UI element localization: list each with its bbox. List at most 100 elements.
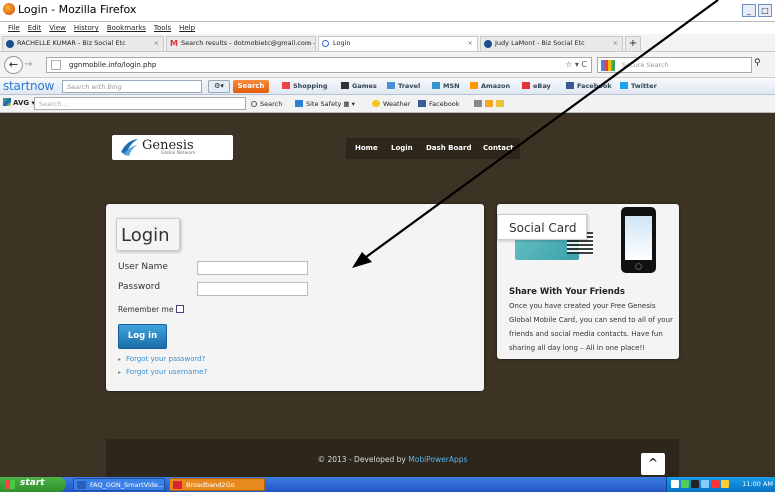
weather-icon [372, 100, 380, 107]
password-input[interactable] [197, 282, 308, 296]
startnow-logo[interactable]: startnow [3, 79, 54, 93]
tray-icon[interactable] [671, 480, 679, 488]
nav-dashboard[interactable]: Dash Board [426, 144, 471, 152]
site-footer: © 2013 - Developed by MobiPowerApps [106, 439, 679, 477]
login-panel: Login User Name Password Remember me Log… [106, 204, 484, 391]
search-icon [322, 40, 329, 47]
menu-tools[interactable]: Tools [154, 24, 171, 32]
close-icon[interactable]: × [306, 39, 311, 47]
ebay-icon [522, 82, 530, 89]
taskbar-item-broadband[interactable]: Broadband2Go [169, 478, 265, 491]
close-icon[interactable]: × [154, 39, 159, 47]
msn-link[interactable]: MSN [432, 82, 460, 90]
login-heading: Login [116, 218, 180, 251]
avg-menu-button[interactable]: AVG ▾ [3, 98, 35, 107]
pencil-icon [485, 100, 493, 107]
travel-link[interactable]: Travel [387, 82, 420, 90]
travel-icon [387, 82, 395, 89]
weather-button[interactable]: Weather [372, 100, 410, 108]
startnow-search-button[interactable]: Search [233, 80, 269, 93]
twitter-link[interactable]: Twitter [620, 82, 657, 90]
minimize-button[interactable]: _ [742, 4, 756, 17]
scroll-to-top-button[interactable]: ^ [641, 453, 665, 475]
ebay-link[interactable]: eBay [522, 82, 551, 90]
gear-icon[interactable]: ⚙▾ [208, 80, 230, 93]
shopping-icon [282, 82, 290, 89]
site-safety-button[interactable]: Site Safety ▦ ▾ [295, 100, 355, 108]
username-label: User Name [118, 262, 168, 272]
nav-login[interactable]: Login [391, 144, 413, 152]
menu-file[interactable]: File [8, 24, 20, 32]
avg-extra-icons[interactable] [474, 100, 507, 108]
bookmark-star-icon[interactable]: ☆ ▾ C [565, 60, 587, 69]
forgot-password-link[interactable]: ▸ Forgot your password? [118, 355, 205, 363]
forgot-username-link[interactable]: ▸ Forgot your username? [118, 368, 207, 376]
tab-label: RACHELLE KUMAR - Biz Social Etc [17, 39, 126, 47]
calendar-icon [474, 100, 482, 107]
social-card-label: Social Card [497, 214, 587, 240]
bing-search-input[interactable]: Search with Bing [62, 80, 202, 93]
back-button[interactable]: ← [4, 56, 23, 74]
url-bar[interactable]: ggnmobile.info/login.php ☆ ▾ C [46, 57, 592, 73]
search-icon[interactable]: ⚲ [754, 58, 761, 68]
logo-subtitle: Global Network [161, 151, 196, 156]
tab-login[interactable]: Login × [318, 36, 478, 51]
tab-label: Judy LaMont - Biz Social Etc [495, 39, 585, 47]
avg-icon [3, 98, 11, 106]
close-icon[interactable]: × [613, 39, 618, 47]
twitter-icon [620, 82, 628, 89]
menu-help[interactable]: Help [179, 24, 195, 32]
remember-me-checkbox[interactable] [176, 305, 184, 313]
social-card-panel: Social Card Share With Your Friends Once… [497, 204, 679, 359]
avg-search-button[interactable]: Search [251, 100, 282, 108]
window-title: Login - Mozilla Firefox [18, 3, 137, 16]
nav-home[interactable]: Home [355, 144, 378, 152]
card-description: Once you have created your Free Genesis … [509, 302, 673, 352]
username-input[interactable] [197, 261, 308, 275]
tray-icon[interactable] [681, 480, 689, 488]
chevron-right-icon: ▸ [118, 369, 122, 376]
shopping-link[interactable]: Shopping [282, 82, 328, 90]
taskbar-item-faq[interactable]: FAQ_GGN_SmartVide... [73, 478, 165, 491]
avg-facebook-button[interactable]: Facebook [418, 100, 460, 108]
login-button[interactable]: Log in [118, 324, 167, 349]
phone-image [621, 207, 656, 273]
avg-search-input[interactable]: Search... [34, 97, 246, 110]
folder-icon [496, 100, 504, 107]
genesis-logo[interactable]: Genesis Global Network [112, 135, 233, 160]
search-icon [251, 101, 257, 107]
footer-developer-link[interactable]: MobiPowerApps [408, 455, 467, 464]
close-icon[interactable]: × [468, 39, 473, 47]
games-link[interactable]: Games [341, 82, 377, 90]
facebook-link[interactable]: Facebook [566, 82, 612, 90]
menu-history[interactable]: History [74, 24, 99, 32]
forward-button[interactable]: → [24, 59, 32, 70]
search-engine-icon [601, 60, 615, 71]
menu-view[interactable]: View [49, 24, 66, 32]
browser-search-input[interactable]: Secure Search [597, 57, 752, 73]
tray-icon[interactable] [721, 480, 729, 488]
tray-icon[interactable] [691, 480, 699, 488]
tab-judy[interactable]: Judy LaMont - Biz Social Etc × [480, 36, 623, 51]
swoosh-logo-icon [121, 139, 138, 156]
menu-edit[interactable]: Edit [28, 24, 42, 32]
amazon-link[interactable]: Amazon [470, 82, 510, 90]
tab-gmail[interactable]: M Search results - dotmobietc@gmail.com … [166, 36, 316, 51]
menu-bookmarks[interactable]: Bookmarks [107, 24, 146, 32]
msn-icon [432, 82, 440, 89]
maximize-button[interactable]: □ [758, 4, 772, 17]
nav-contact[interactable]: Contact [483, 144, 514, 152]
tray-icon[interactable] [711, 480, 719, 488]
remember-me-label: Remember me [118, 305, 174, 314]
tray-icon[interactable] [701, 480, 709, 488]
windows-logo-icon [5, 480, 15, 489]
new-tab-button[interactable]: + [625, 36, 641, 51]
tab-bar: RACHELLE KUMAR - Biz Social Etc × M Searc… [0, 34, 775, 52]
facebook-icon [418, 100, 426, 107]
tab-rachelle[interactable]: RACHELLE KUMAR - Biz Social Etc × [2, 36, 164, 51]
page-content: Genesis Global Network Home Login Dash B… [0, 113, 775, 477]
shield-icon [295, 100, 303, 107]
amazon-icon [470, 82, 478, 89]
facebook-icon [566, 82, 574, 89]
start-button[interactable]: start [0, 477, 66, 492]
